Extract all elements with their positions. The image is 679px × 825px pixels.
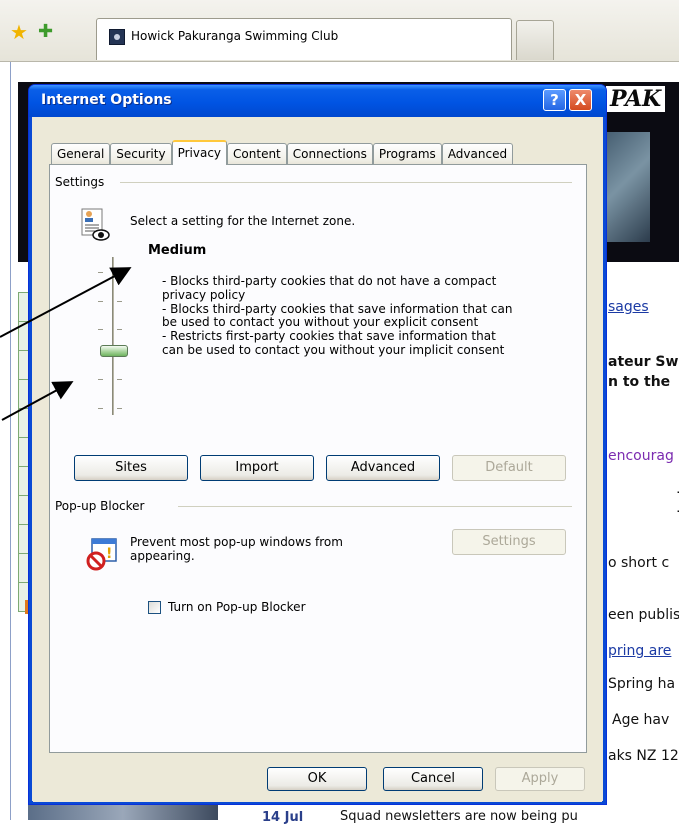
tab-strip: General Security Privacy Content Connect… [51, 139, 514, 165]
description-line: - Blocks third-party cookies that save i… [162, 301, 513, 316]
description-line: privacy policy [162, 287, 246, 302]
slider-tick [117, 301, 122, 302]
page-text-line: aks NZ 12 [608, 748, 679, 764]
tab-advanced[interactable]: Advanced [441, 143, 514, 165]
import-button[interactable]: Import [200, 455, 314, 481]
settings-group-line [120, 182, 572, 183]
page-text-line: o short c [608, 555, 670, 571]
apply-button[interactable]: Apply [495, 767, 585, 791]
privacy-level-description: - Blocks third-party cookies that do not… [162, 274, 562, 358]
privacy-panel: Settings Select a setting for the Intern… [49, 164, 587, 753]
tab-content[interactable]: Content [227, 143, 287, 165]
tab-general[interactable]: General [51, 143, 111, 165]
popup-description: Prevent most pop-up windows from appeari… [130, 535, 380, 563]
browser-toolbar: ★ ✚ Howick Pakuranga Swimming Club [0, 0, 679, 62]
slider-tick [117, 329, 122, 330]
privacy-slider-track[interactable] [112, 257, 114, 415]
popup-group-label: Pop-up Blocker [55, 499, 151, 513]
slider-tick [98, 408, 103, 409]
news-line: Squad newsletters are now being pu [340, 809, 578, 824]
popup-blocker-checkbox-label[interactable]: Turn on Pop-up Blocker [168, 600, 306, 614]
sites-button[interactable]: Sites [74, 455, 188, 481]
settings-group-label: Settings [55, 175, 111, 189]
favorites-star-icon[interactable]: ★ [10, 22, 28, 42]
advanced-button[interactable]: Advanced [326, 455, 440, 481]
dialog-titlebar[interactable]: Internet Options ? X [29, 85, 606, 117]
description-line: be used to contact you without your expl… [162, 315, 479, 330]
privacy-settings-icon [81, 208, 110, 241]
new-tab-button[interactable] [516, 20, 554, 60]
description-line: - Blocks third-party cookies that do not… [162, 274, 497, 288]
close-button[interactable]: X [569, 89, 592, 111]
messages-link[interactable]: sages [608, 299, 649, 315]
ok-button[interactable]: OK [267, 767, 367, 791]
description-line: - Restricts first-party cookies that sav… [162, 329, 496, 344]
page-text-line: Spring ha [608, 676, 676, 692]
page-text-line: ateur Sw [608, 354, 679, 370]
svg-text:!: ! [106, 546, 112, 562]
cancel-button[interactable]: Cancel [383, 767, 483, 791]
tab-privacy[interactable]: Privacy [171, 140, 228, 165]
dialog-body: General Security Privacy Content Connect… [33, 117, 602, 802]
default-button[interactable]: Default [452, 455, 566, 481]
page-text-line: n to the [608, 374, 671, 390]
tab-security[interactable]: Security [110, 143, 172, 165]
page-text-line: Age hav [612, 712, 670, 728]
browser-tab-title: Howick Pakuranga Swimming Club [131, 29, 339, 43]
slider-tick [117, 408, 122, 409]
dialog-title: Internet Options [41, 92, 172, 108]
popup-settings-button[interactable]: Settings [452, 529, 566, 555]
tab-connections[interactable]: Connections [286, 143, 373, 165]
slider-tick [117, 379, 122, 380]
popup-description-line: appearing. [130, 549, 195, 563]
internet-options-dialog: Internet Options ? X General Security Pr… [28, 84, 607, 805]
news-date: 14 Jul [262, 810, 304, 825]
page-link-line[interactable]: pring are [608, 643, 671, 659]
privacy-level-title: Medium [148, 243, 207, 258]
settings-prompt: Select a setting for the Internet zone. [130, 214, 356, 228]
page-text-line: een publis [608, 607, 679, 623]
site-favicon-icon [109, 29, 125, 45]
slider-tick [117, 272, 122, 273]
privacy-slider-thumb[interactable] [100, 345, 128, 357]
help-button[interactable]: ? [543, 89, 566, 111]
slider-tick [98, 272, 103, 273]
popup-description-line: Prevent most pop-up windows from [130, 535, 343, 549]
slider-tick [98, 329, 103, 330]
description-line: can be used to contact you without your … [162, 342, 505, 357]
popup-blocker-checkbox[interactable] [148, 601, 161, 614]
banner-title: PAK [606, 86, 666, 112]
page-text-line: encourag [608, 448, 674, 464]
slider-tick [98, 301, 103, 302]
slider-tick [98, 379, 103, 380]
browser-tab-active[interactable]: Howick Pakuranga Swimming Club [96, 18, 512, 60]
popup-group-line [178, 506, 572, 507]
add-to-favorites-icon[interactable]: ✚ [38, 22, 53, 42]
tab-programs[interactable]: Programs [372, 143, 442, 165]
popup-blocker-icon: ! [86, 538, 117, 571]
